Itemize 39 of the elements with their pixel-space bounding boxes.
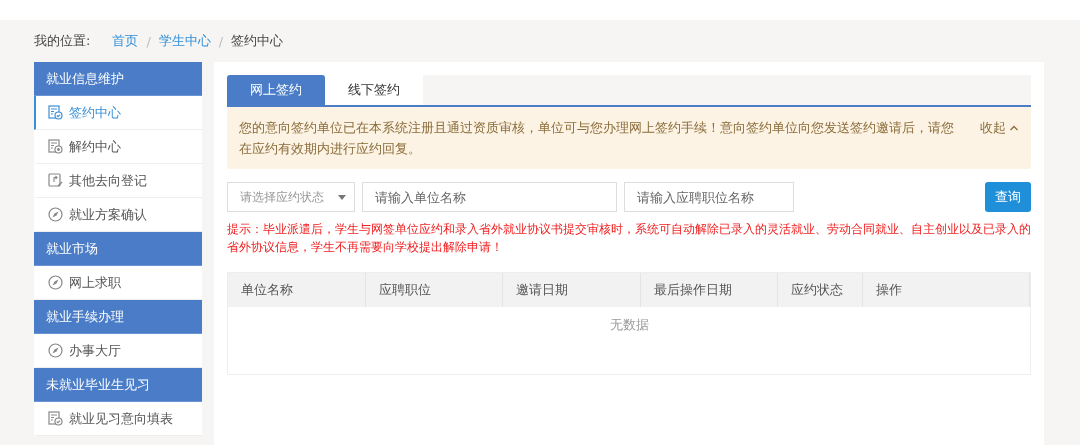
compass-icon	[48, 343, 63, 358]
chevron-up-icon	[1009, 123, 1019, 133]
sidebar-section-header: 就业市场	[34, 232, 202, 266]
sidebar-section-header: 就业手续办理	[34, 300, 202, 334]
sidebar-item[interactable]: 就业方案确认	[34, 198, 202, 232]
sidebar-item[interactable]: 其他去向登记	[34, 164, 202, 198]
empty-message: 无数据	[609, 317, 649, 334]
column-header: 单位名称	[228, 273, 366, 307]
note-edit-icon	[48, 173, 63, 188]
sidebar-section-header: 未就业毕业生见习	[34, 368, 202, 402]
collapse-link[interactable]: 收起	[980, 117, 1019, 159]
tab[interactable]: 线下签约	[325, 75, 423, 105]
notice-text: 您的意向签约单位已在本系统注册且通过资质审核，单位可与您办理网上签约手续！意向签约单位向您发送签约邀请后，请您在应约有效期内进行应约回复。	[239, 119, 955, 158]
breadcrumb-label: 我的位置:	[34, 32, 91, 50]
column-header: 邀请日期	[503, 273, 641, 307]
sidebar-section-header: 就业信息维护	[34, 62, 202, 96]
sidebar-item[interactable]: 办事大厅	[34, 334, 202, 368]
column-header: 应聘职位	[366, 273, 503, 307]
query-button[interactable]: 查询	[985, 182, 1031, 212]
tab[interactable]: 网上签约	[227, 75, 325, 105]
breadcrumb-separator: /	[218, 33, 224, 49]
compass-icon	[48, 207, 63, 222]
document-check-icon	[48, 411, 63, 426]
sidebar-item[interactable]: 解约中心	[34, 130, 202, 164]
company-name-field[interactable]: 请输入单位名称	[362, 182, 617, 212]
breadcrumb-current: 签约中心	[231, 32, 284, 50]
hint-text: 提示：毕业派遣后，学生与网签单位应约和录入省外就业协议书提交审核时，系统可自动解除已录入的灵活就业、劳动合同就业、自主创业以及已录入的省外协议信息，学生不再需要向学校提出解除申请！	[227, 221, 1031, 256]
column-header: 最后操作日期	[641, 273, 778, 307]
sidebar-item[interactable]: 网上求职	[34, 266, 202, 300]
column-header: 应约状态	[778, 273, 863, 307]
dropdown-caret-icon	[338, 194, 346, 200]
sidebar-item[interactable]: 签约中心	[34, 96, 202, 130]
position-name-field[interactable]: 请输入应聘职位名称	[624, 182, 794, 212]
column-header: 操作	[863, 273, 1030, 307]
compass-icon	[48, 275, 63, 290]
document-cancel-icon	[48, 139, 63, 154]
breadcrumb-separator: /	[146, 33, 151, 49]
document-check-icon	[48, 105, 63, 120]
sidebar-item[interactable]: 就业见习意向填表	[34, 402, 202, 436]
